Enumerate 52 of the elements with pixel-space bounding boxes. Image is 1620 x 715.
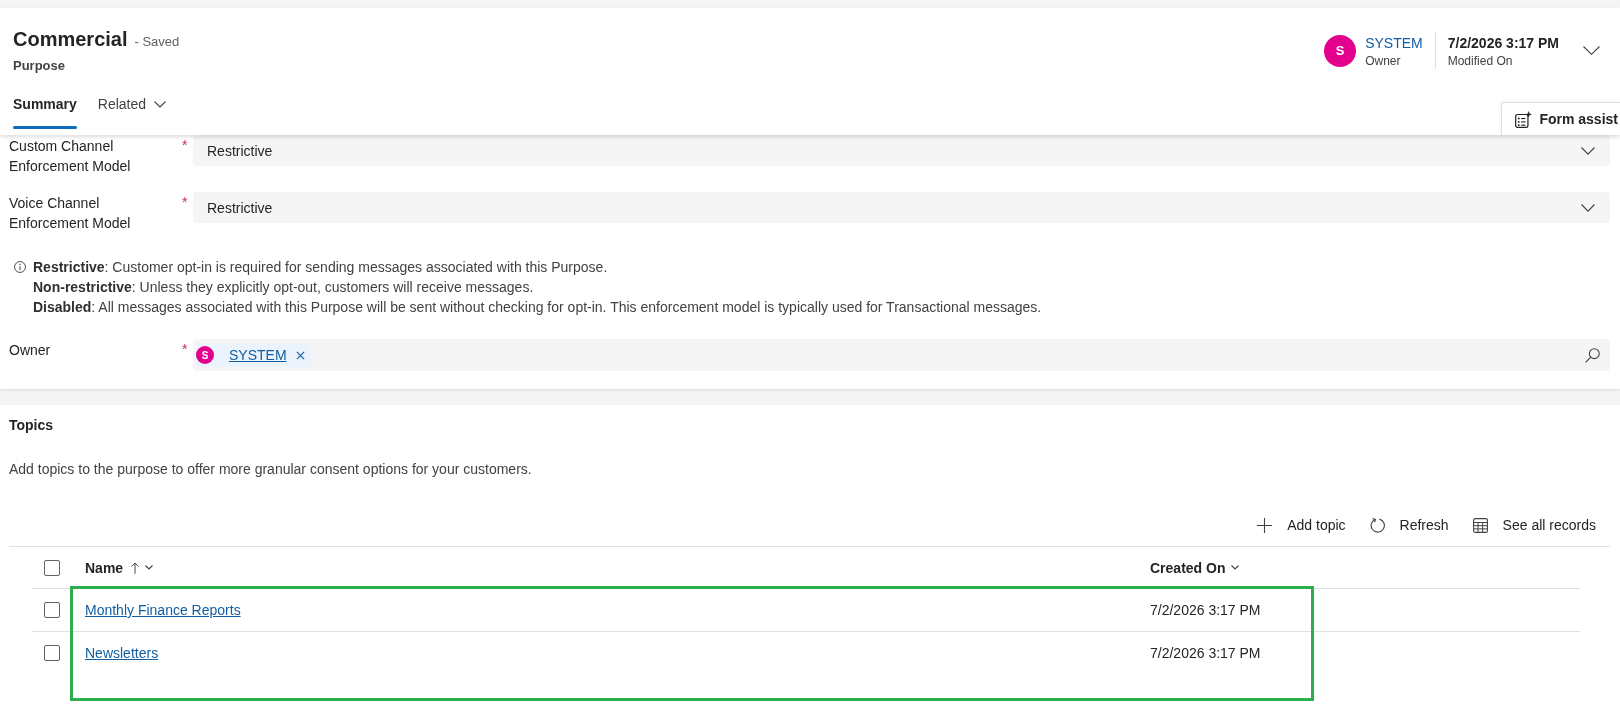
close-icon[interactable]	[295, 350, 305, 360]
tab[interactable]: Summary	[13, 90, 77, 130]
section-title: Topics	[9, 416, 55, 435]
select-all-checkbox[interactable]	[44, 559, 60, 576]
enforcement-note: Non-restrictive: Unless they explicitly opt-out, customers will receive messages.	[33, 278, 535, 297]
owner-link[interactable]: SYSTEM	[229, 345, 287, 365]
row-checkbox[interactable]	[44, 602, 60, 618]
lookup-field[interactable]: S SYSTEM	[193, 339, 1610, 371]
enforcement-note: Restrictive: Customer opt-in is required for sending messages associated with this Purpose.	[33, 258, 609, 277]
table-icon	[1472, 517, 1488, 533]
chevron-down-icon	[1581, 146, 1595, 155]
form-assist-button[interactable]: Form assist	[1501, 102, 1620, 135]
owner-tag[interactable]: S SYSTEM	[196, 343, 311, 367]
chevron-down-icon	[145, 565, 154, 570]
required-mark: *	[182, 340, 189, 359]
field-label: Owner	[9, 341, 52, 360]
refresh-icon	[1369, 517, 1385, 533]
owner-avatar: S	[196, 346, 214, 364]
section-description: Add topics to the purpose to offer more granular consent options for your customers.	[9, 460, 533, 479]
column-header[interactable]: Name	[85, 559, 154, 576]
chevron-down-icon	[1231, 565, 1240, 570]
field-label: Custom Channel Enforcement Model	[9, 137, 132, 176]
row-checkbox[interactable]	[44, 645, 60, 661]
plus-icon	[1257, 517, 1273, 533]
field-label: Voice Channel Enforcement Model	[9, 194, 132, 233]
toolbar-button[interactable]: Refresh	[1357, 509, 1461, 541]
modified-date: 7/2/2026 3:17 PM	[1447, 33, 1559, 53]
required-mark: *	[182, 193, 189, 212]
tab[interactable]: Related	[97, 90, 167, 130]
required-mark: *	[182, 136, 189, 155]
enforcement-note: Disabled: All messages associated with this Purpose will be sent without checking for opt-in. This enforcement model is typically used for Transactional messages.	[33, 298, 1043, 317]
owner-label: Owner	[1365, 52, 1401, 69]
entity-name: Purpose	[13, 57, 66, 75]
dropdown-field[interactable]: Restrictive	[193, 192, 1610, 223]
search-icon[interactable]	[1585, 347, 1600, 363]
chevron-down-icon	[1581, 203, 1595, 212]
toolbar-button[interactable]: Add topic	[1245, 509, 1358, 541]
date-cell-text: 7/2/2026 3:17 PM	[1150, 644, 1261, 663]
save-status: - Saved	[134, 34, 180, 49]
topic-link[interactable]: Monthly Finance Reports	[85, 600, 241, 620]
record-title: Commercial	[13, 27, 128, 52]
info-icon	[14, 261, 26, 273]
owner-avatar: S	[1324, 34, 1357, 67]
column-header[interactable]: Created On	[1150, 559, 1240, 576]
list-sparkle-icon	[1515, 110, 1533, 128]
modified-label: Modified On	[1447, 52, 1513, 69]
topic-link[interactable]: Newsletters	[85, 643, 159, 663]
toolbar-button[interactable]: See all records	[1460, 509, 1608, 541]
chevron-down-icon[interactable]	[1583, 46, 1600, 55]
dropdown-field[interactable]: Restrictive	[193, 135, 1610, 166]
owner-link[interactable]: SYSTEM	[1365, 32, 1423, 53]
date-cell-text: 7/2/2026 3:17 PM	[1150, 601, 1261, 620]
